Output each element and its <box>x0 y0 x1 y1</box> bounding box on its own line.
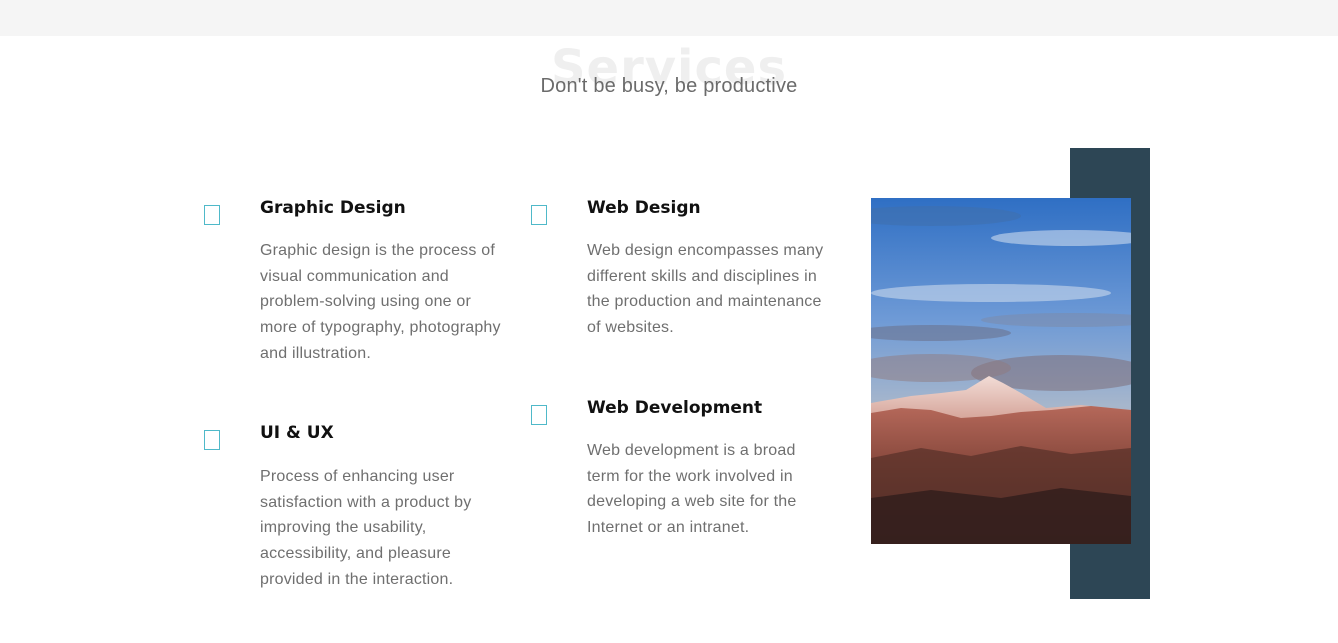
service-description: Process of enhancing user satisfaction w… <box>260 468 472 588</box>
section-subtitle: Don't be busy, be productive <box>540 75 798 97</box>
top-bar <box>0 0 1338 36</box>
mountain-image <box>871 198 1131 544</box>
service-description: Web development is a broad term for the … <box>587 442 797 537</box>
service-title: Web Design <box>587 198 701 218</box>
service-title: UI & UX <box>260 423 334 443</box>
services-section: Services Don't be busy, be productive Gr… <box>0 36 1338 643</box>
web-design-icon <box>531 205 547 225</box>
service-description: Web design encompasses many different sk… <box>587 242 824 337</box>
web-development-icon <box>531 405 547 425</box>
mountain-photo-illustration <box>871 198 1131 544</box>
graphic-design-icon <box>204 205 220 225</box>
service-description: Graphic design is the process of visual … <box>260 242 501 362</box>
service-title: Web Development <box>587 398 763 418</box>
service-title: Graphic Design <box>260 198 406 218</box>
ui-ux-icon <box>204 430 220 450</box>
